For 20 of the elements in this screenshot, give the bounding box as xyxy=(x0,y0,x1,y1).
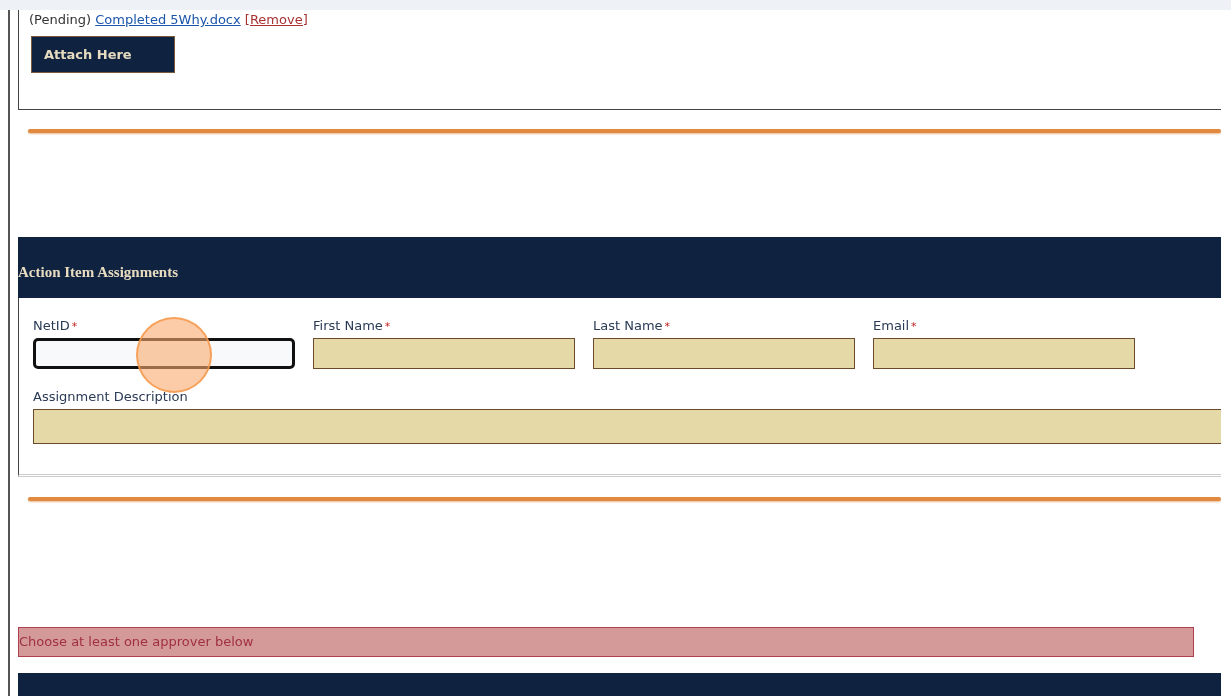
input-field[interactable] xyxy=(873,338,1135,369)
input-field[interactable] xyxy=(593,338,855,369)
field-label: First Name* xyxy=(313,318,392,335)
input-field[interactable] xyxy=(33,409,1221,444)
attach-button[interactable]: Attach Here xyxy=(31,36,175,73)
input-field[interactable] xyxy=(33,338,295,369)
remove-link[interactable]: [Remove] xyxy=(244,12,308,27)
required-mark: * xyxy=(71,320,78,333)
error-message: Choose at least one approver below xyxy=(18,627,1194,657)
attachment-status: (Pending) xyxy=(29,12,92,27)
input-field[interactable] xyxy=(313,338,575,369)
required-mark: * xyxy=(384,320,391,333)
field-label: Last Name* xyxy=(593,318,672,335)
field-label: Assignment Description xyxy=(33,389,189,406)
field-label: Email* xyxy=(873,318,918,335)
required-mark: * xyxy=(664,320,671,333)
required-mark: * xyxy=(911,320,917,333)
section-header: Action Item Assignments xyxy=(18,237,1221,298)
field-label: NetID* xyxy=(33,318,79,335)
file-link[interactable]: Completed 5Why.docx xyxy=(95,12,241,27)
